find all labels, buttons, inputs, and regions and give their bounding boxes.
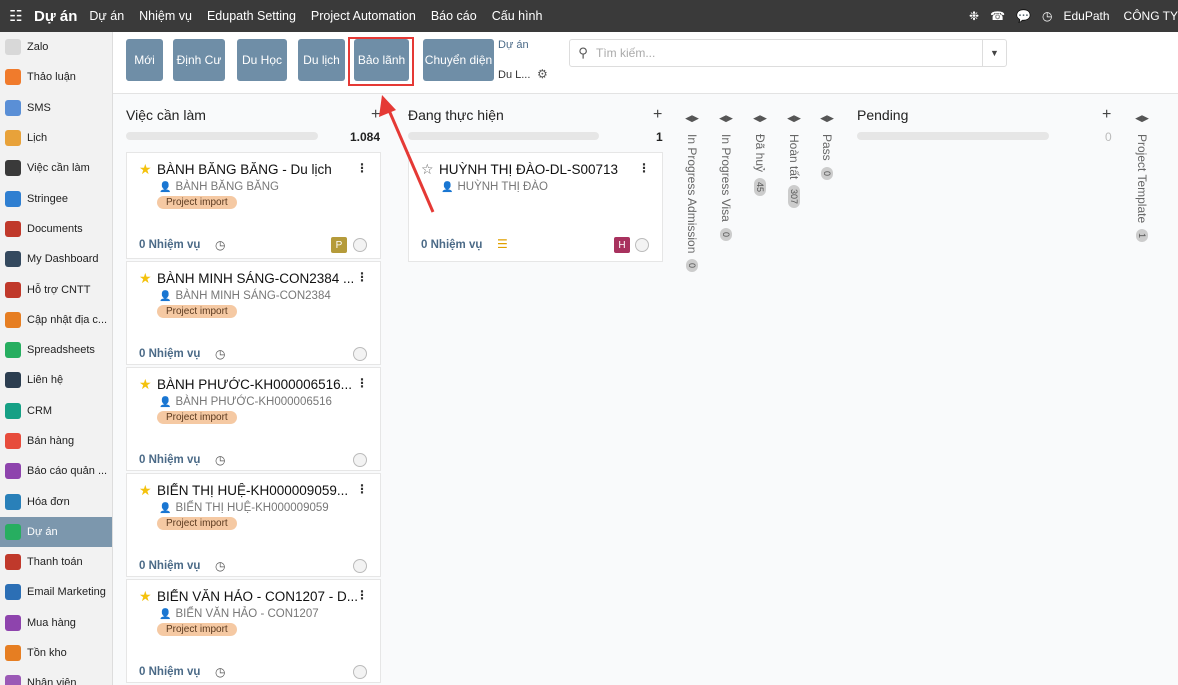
- arrow-head: [379, 95, 396, 117]
- annotation-arrow: [379, 95, 435, 213]
- arrow-line: [386, 107, 435, 213]
